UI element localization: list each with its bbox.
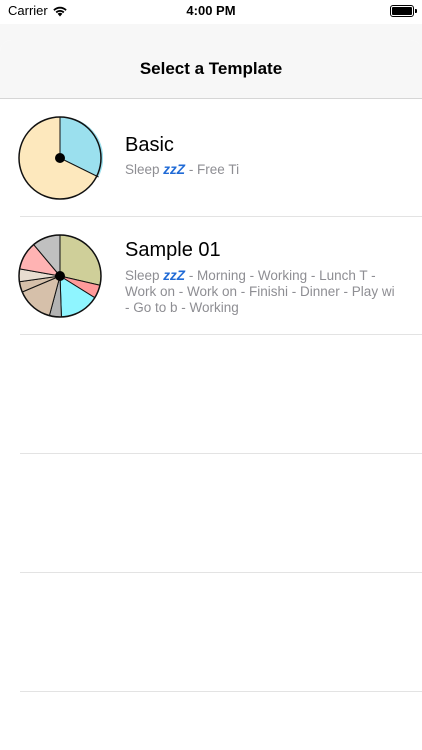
template-description: Sleep zzZ - Morning - Working - Lunch T …	[125, 268, 400, 316]
template-picker-sheet: Select a Template Basic Sleep zzZ - Free…	[0, 40, 422, 750]
pie-chart-icon	[18, 116, 103, 200]
empty-row	[20, 573, 422, 692]
pie-center-dot	[55, 271, 65, 281]
status-bar: Carrier 4:00 PM	[0, 0, 422, 24]
desc-activities: - Free Ti	[188, 162, 240, 177]
status-time: 4:00 PM	[186, 3, 236, 18]
battery-icon	[390, 5, 417, 17]
template-name: Basic	[125, 134, 174, 156]
sheet-nav-bar: Select a Template	[0, 40, 422, 99]
pie-center-dot	[55, 153, 65, 163]
pie-chart-icon	[18, 234, 102, 318]
template-row-sample-01[interactable]: Sample 01 Sleep zzZ - Morning - Working …	[18, 217, 422, 335]
template-name: Sample 01	[125, 239, 221, 261]
desc-sleep: Sleep	[125, 268, 160, 283]
empty-row	[20, 335, 422, 454]
desc-sleep: Sleep	[125, 162, 160, 177]
sheet-title: Select a Template	[139, 59, 283, 78]
template-row-basic[interactable]: Basic Sleep zzZ - Free Ti	[18, 99, 422, 217]
template-description: Sleep zzZ - Free Ti	[125, 162, 400, 178]
sleep-zzz-icon: zzZ	[163, 268, 186, 283]
empty-row	[20, 454, 422, 573]
sleep-zzz-icon: zzZ	[163, 162, 186, 177]
